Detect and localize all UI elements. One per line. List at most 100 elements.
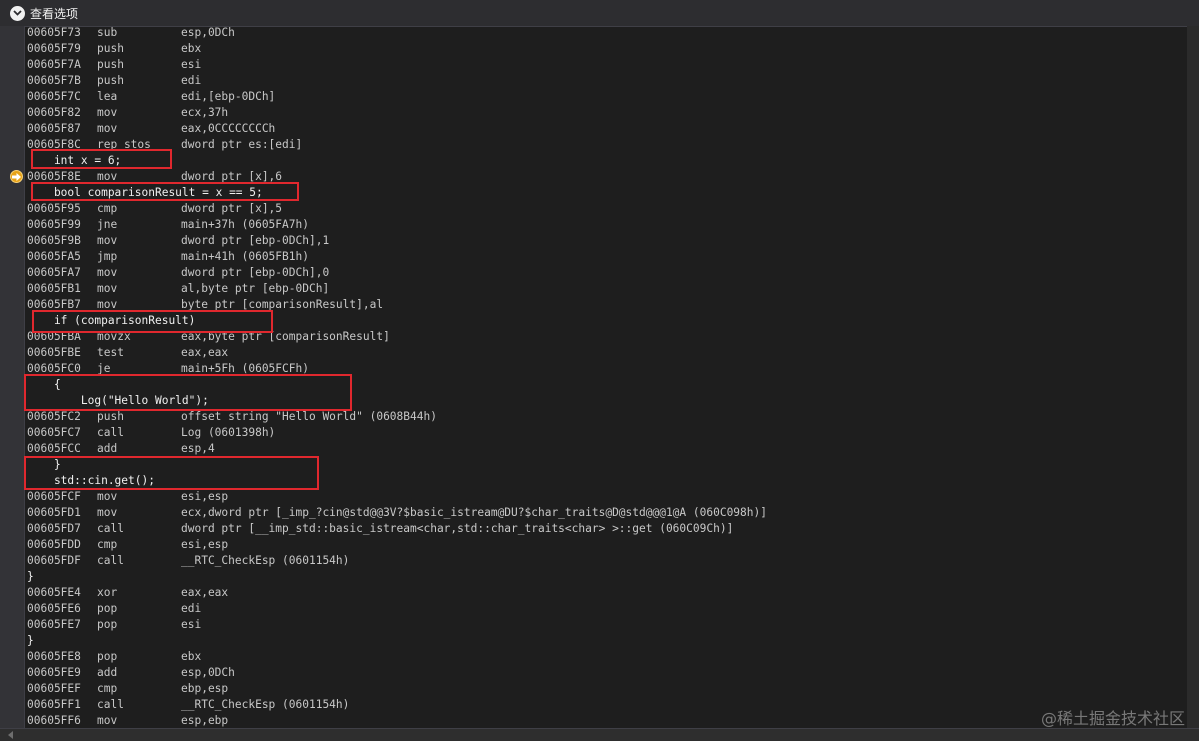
- operands: ecx,37h: [181, 106, 229, 119]
- vertical-scrollbar[interactable]: [1187, 26, 1199, 729]
- instruction-address: 00605FC7: [27, 426, 81, 439]
- opcode: call: [97, 698, 124, 711]
- operands: byte ptr [comparisonResult],al: [181, 298, 384, 311]
- instruction-address: 00605FBA: [27, 330, 81, 343]
- instruction-address: 00605FE9: [27, 666, 81, 679]
- opcode: cmp: [97, 538, 118, 551]
- operands: esp,0DCh: [181, 666, 235, 679]
- view-options-button[interactable]: 查看选项: [10, 5, 78, 22]
- opcode: mov: [97, 122, 118, 135]
- asm-line: 00605FDF call __RTC_CheckEsp (0601154h): [27, 553, 1187, 569]
- opcode: mov: [97, 266, 118, 279]
- operands: eax,eax: [181, 586, 229, 599]
- instruction-address: 00605FCC: [27, 442, 81, 455]
- chevron-down-icon: [10, 5, 25, 21]
- asm-line: 00605FD7 call dword ptr [__imp_std::basic_…: [27, 521, 1187, 537]
- opcode: mov: [97, 298, 118, 311]
- instruction-address: 00605F8C: [27, 138, 81, 151]
- opcode: mov: [97, 490, 118, 503]
- operands: esp,4: [181, 442, 215, 455]
- operands: ecx,dword ptr [_imp_?cin@std@@3V?$basic_…: [181, 506, 767, 519]
- operands: ebp,esp: [181, 682, 229, 695]
- asm-line: 00605FD1 mov ecx,dword ptr [_imp_?cin@std@…: [27, 505, 1187, 521]
- asm-line: 00605F95 cmp dword ptr [x],5: [27, 201, 1187, 217]
- operands: esp,0DCh: [181, 26, 235, 39]
- asm-line: 00605F7A push esi: [27, 57, 1187, 73]
- source-line: }: [27, 457, 1187, 473]
- breakpoint-gutter[interactable]: [0, 26, 25, 729]
- operands: esp,ebp: [181, 714, 229, 727]
- opcode: test: [97, 346, 124, 359]
- opcode: mov: [97, 106, 118, 119]
- asm-line: 00605FE6 pop edi: [27, 601, 1187, 617]
- disassembly-view[interactable]: 00605F73 sub esp,0DCh 00605F79 push ebx 00605F…: [27, 25, 1187, 729]
- instruction-address: 00605F7B: [27, 74, 81, 87]
- operands: main+41h (0605FB1h): [181, 250, 309, 263]
- opcode: push: [97, 58, 124, 71]
- source-text: }: [27, 570, 34, 583]
- opcode: lea: [97, 90, 118, 103]
- opcode: mov: [97, 234, 118, 247]
- asm-line: 00605FBA movzx eax,byte ptr [comparisonRes…: [27, 329, 1187, 345]
- opcode: rep stos: [97, 138, 151, 151]
- operands: eax,eax: [181, 346, 229, 359]
- opcode: je: [97, 362, 111, 375]
- toolbar: 查看选项: [0, 0, 1199, 27]
- asm-line: 00605FC0 je main+5Fh (0605FCFh): [27, 361, 1187, 377]
- instruction-address: 00605F8E: [27, 170, 81, 183]
- opcode: sub: [97, 26, 118, 39]
- instruction-address: 00605FE7: [27, 618, 81, 631]
- opcode: add: [97, 442, 118, 455]
- opcode: movzx: [97, 330, 131, 343]
- asm-line: 00605F73 sub esp,0DCh: [27, 25, 1187, 41]
- instruction-address: 00605FE6: [27, 602, 81, 615]
- asm-line: 00605F9B mov dword ptr [ebp-0DCh],1: [27, 233, 1187, 249]
- instruction-address: 00605FF6: [27, 714, 81, 727]
- asm-line: 00605FE7 pop esi: [27, 617, 1187, 633]
- asm-line: 00605FF1 call __RTC_CheckEsp (0601154h): [27, 697, 1187, 713]
- operands: __RTC_CheckEsp (0601154h): [181, 554, 350, 567]
- opcode: cmp: [97, 202, 118, 215]
- operands: esi,esp: [181, 490, 229, 503]
- instruction-address: 00605FC2: [27, 410, 81, 423]
- instruction-address: 00605FB7: [27, 298, 81, 311]
- asm-line: 00605FBE test eax,eax: [27, 345, 1187, 361]
- current-instruction-arrow-icon: [10, 170, 23, 183]
- operands: dword ptr es:[edi]: [181, 138, 303, 151]
- instruction-address: 00605FE4: [27, 586, 81, 599]
- operands: main+5Fh (0605FCFh): [181, 362, 309, 375]
- source-line: bool comparisonResult = x == 5;: [27, 185, 1187, 201]
- opcode: add: [97, 666, 118, 679]
- opcode: mov: [97, 714, 118, 727]
- opcode: pop: [97, 618, 118, 631]
- source-text: {: [27, 378, 61, 391]
- opcode: call: [97, 554, 124, 567]
- instruction-address: 00605F7C: [27, 90, 81, 103]
- source-text: int x = 6;: [27, 154, 122, 167]
- operands: __RTC_CheckEsp (0601154h): [181, 698, 350, 711]
- source-line: if (comparisonResult): [27, 313, 1187, 329]
- asm-line: 00605FC2 push offset string "Hello World" …: [27, 409, 1187, 425]
- instruction-address: 00605FD7: [27, 522, 81, 535]
- horizontal-scrollbar[interactable]: [0, 728, 1199, 741]
- instruction-address: 00605F7A: [27, 58, 81, 71]
- operands: ebx: [181, 650, 202, 663]
- opcode: jmp: [97, 250, 118, 263]
- operands: esi: [181, 618, 202, 631]
- asm-line: 00605F99 jne main+37h (0605FA7h): [27, 217, 1187, 233]
- opcode: cmp: [97, 682, 118, 695]
- operands: main+37h (0605FA7h): [181, 218, 309, 231]
- asm-line: 00605FEF cmp ebp,esp: [27, 681, 1187, 697]
- instruction-address: 00605F73: [27, 26, 81, 39]
- instruction-address: 00605F9B: [27, 234, 81, 247]
- asm-line: 00605FE9 add esp,0DCh: [27, 665, 1187, 681]
- instruction-address: 00605FBE: [27, 346, 81, 359]
- instruction-address: 00605FCF: [27, 490, 81, 503]
- scroll-left-icon[interactable]: [8, 731, 13, 739]
- opcode: call: [97, 522, 124, 535]
- asm-line: 00605F79 push ebx: [27, 41, 1187, 57]
- operands: dword ptr [ebp-0DCh],1: [181, 234, 330, 247]
- instruction-address: 00605FEF: [27, 682, 81, 695]
- instruction-address: 00605FA7: [27, 266, 81, 279]
- operands: eax,byte ptr [comparisonResult]: [181, 330, 390, 343]
